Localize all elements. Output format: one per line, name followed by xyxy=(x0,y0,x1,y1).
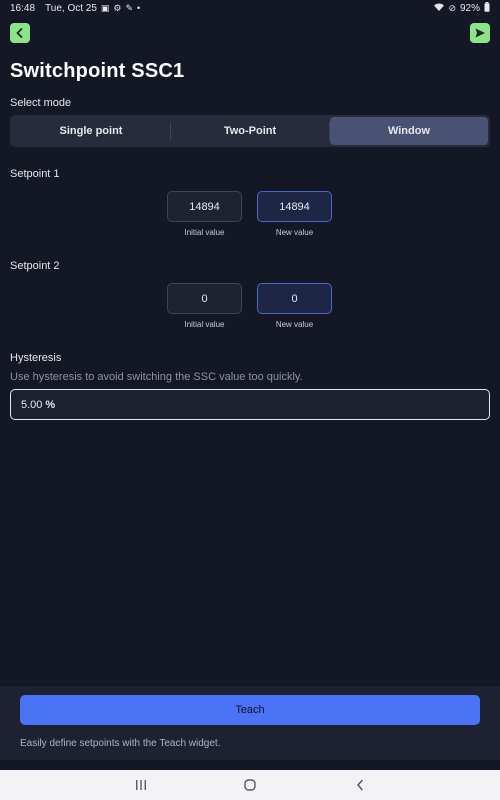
setpoint-1-new-field[interactable]: 14894 xyxy=(257,191,332,222)
system-nav-bar xyxy=(0,770,500,800)
status-right: ⊘ 92% xyxy=(434,2,490,14)
status-left: 16:48 Tue, Oct 25 ▣ ⚙ ✎ • xyxy=(10,3,140,14)
hysteresis-label: Hysteresis xyxy=(10,352,62,364)
do-not-disturb-icon: ⊘ xyxy=(448,3,456,13)
teach-panel: Teach Easily define setpoints with the T… xyxy=(0,686,500,760)
home-icon[interactable] xyxy=(235,770,265,800)
hysteresis-value: 5.00 xyxy=(21,398,43,411)
page-title: Switchpoint SSC1 xyxy=(10,60,185,82)
select-mode-label: Select mode xyxy=(10,97,72,109)
recents-icon[interactable] xyxy=(126,770,156,800)
back-button[interactable] xyxy=(10,23,30,43)
wifi-icon xyxy=(434,3,445,13)
nav-back-icon[interactable] xyxy=(345,770,375,800)
chevron-left-icon xyxy=(16,28,23,38)
setpoint-2-label: Setpoint 2 xyxy=(10,260,60,272)
setpoint-1-initial-field[interactable]: 14894 xyxy=(167,191,242,222)
dot-icon: • xyxy=(137,3,141,13)
battery-icon xyxy=(484,2,490,14)
setpoint-2-new-caption: New value xyxy=(275,320,314,329)
status-date: Tue, Oct 25 xyxy=(45,2,97,14)
battery-level: 92% xyxy=(459,2,480,14)
teach-button[interactable]: Teach xyxy=(20,695,480,725)
setpoint-2-initial-caption: Initial value xyxy=(184,320,225,329)
image-icon: ▣ xyxy=(100,3,110,13)
status-time: 16:48 xyxy=(10,2,36,14)
mode-selector: Single point Two-Point Window xyxy=(10,115,490,147)
wrench-icon: ✎ xyxy=(125,3,134,13)
mode-option-two-point[interactable]: Two-Point xyxy=(171,117,329,145)
send-button[interactable] xyxy=(470,23,490,43)
status-bar: 16:48 Tue, Oct 25 ▣ ⚙ ✎ • ⊘ 92% xyxy=(0,0,500,16)
setpoint-2-initial-field[interactable]: 0 xyxy=(167,283,242,314)
teach-hint: Easily define setpoints with the Teach w… xyxy=(20,738,221,749)
top-action-bar xyxy=(0,20,500,46)
setpoint-1-new-caption: New value xyxy=(275,228,314,237)
setpoint-1-initial-caption: Initial value xyxy=(184,228,225,237)
panel-spacer xyxy=(0,760,500,770)
settings-icon: ⚙ xyxy=(113,3,122,13)
hysteresis-unit: % xyxy=(45,398,56,411)
mode-option-single-point[interactable]: Single point xyxy=(12,117,170,145)
mode-option-window[interactable]: Window xyxy=(330,117,488,145)
send-icon xyxy=(475,28,485,38)
setpoint-2-new-field[interactable]: 0 xyxy=(257,283,332,314)
hysteresis-hint: Use hysteresis to avoid switching the SS… xyxy=(10,371,303,383)
setpoint-1-label: Setpoint 1 xyxy=(10,168,60,180)
hysteresis-input[interactable]: 5.00 % xyxy=(10,389,490,420)
